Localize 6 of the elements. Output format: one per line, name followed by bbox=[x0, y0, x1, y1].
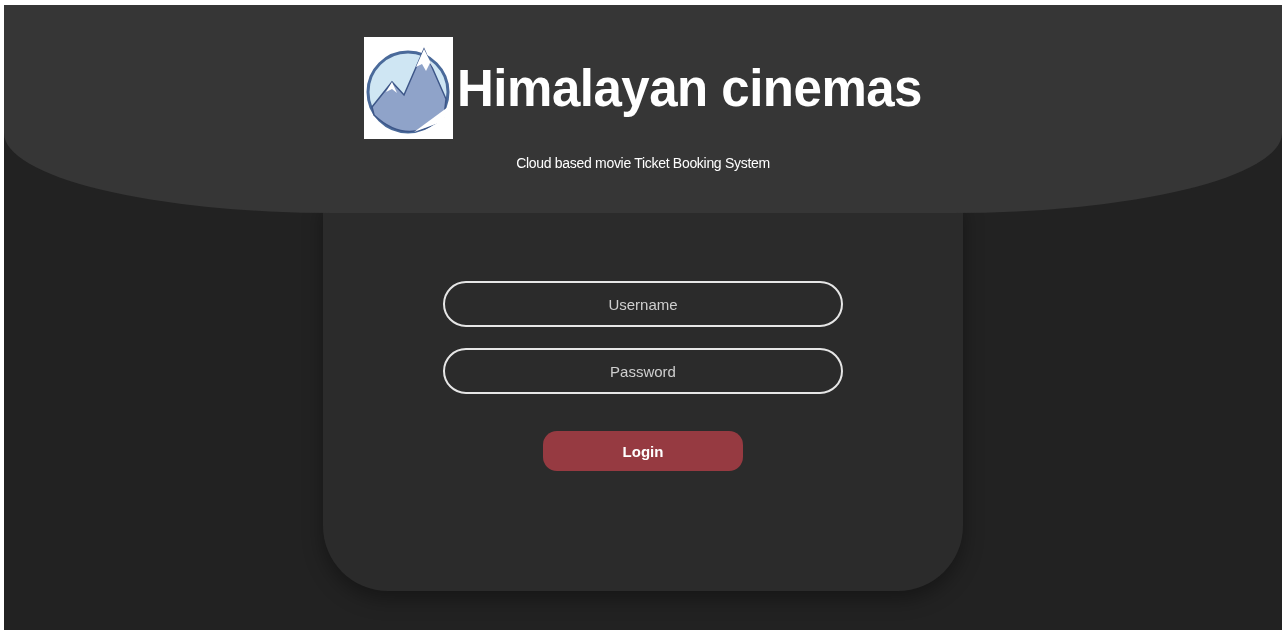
password-field[interactable]: Password bbox=[443, 348, 843, 394]
site-title: Himalayan cinemas bbox=[457, 58, 922, 118]
username-field[interactable]: Username bbox=[443, 281, 843, 327]
login-button[interactable]: Login bbox=[543, 431, 743, 471]
mountain-logo-icon bbox=[364, 37, 454, 139]
site-subtitle: Cloud based movie Ticket Booking System bbox=[516, 155, 770, 171]
